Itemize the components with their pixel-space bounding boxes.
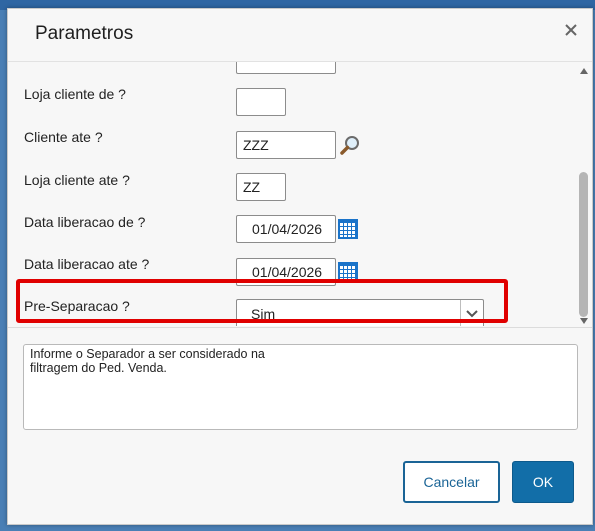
cancel-button[interactable]: Cancelar bbox=[403, 461, 500, 503]
data-liberacao-de-input[interactable]: 01/04/2026 bbox=[236, 215, 336, 243]
close-button[interactable] bbox=[560, 19, 582, 41]
help-text-box: Informe o Separador a ser considerado na… bbox=[23, 344, 578, 430]
parametros-dialog: Parametros Loja cliente de ? Cliente ate… bbox=[7, 8, 593, 525]
calendar-icon[interactable] bbox=[337, 218, 359, 240]
param-label-data-liberacao-ate: Data liberacao ate ? bbox=[24, 256, 150, 272]
pre-separacao-select[interactable]: Sim bbox=[236, 299, 484, 326]
data-liberacao-ate-input[interactable]: 01/04/2026 bbox=[236, 258, 336, 286]
param-label-cliente-ate: Cliente ate ? bbox=[24, 129, 103, 145]
scrollbar-thumb[interactable] bbox=[579, 172, 588, 317]
param-label-pre-separacao: Pre-Separacao ? bbox=[24, 298, 130, 314]
scroll-up-icon[interactable] bbox=[579, 66, 589, 76]
calendar-icon[interactable] bbox=[337, 261, 359, 283]
close-icon bbox=[565, 24, 577, 36]
scroll-down-icon[interactable] bbox=[579, 316, 589, 326]
loja-cliente-de-input[interactable] bbox=[236, 88, 286, 116]
dialog-title: Parametros bbox=[35, 23, 134, 44]
vertical-scrollbar[interactable] bbox=[577, 62, 591, 328]
section-divider bbox=[8, 327, 592, 328]
parameters-list: Loja cliente de ? Cliente ate ? ZZZ Loja… bbox=[8, 62, 578, 326]
search-icon[interactable] bbox=[339, 133, 363, 157]
param-label-data-liberacao-de: Data liberacao de ? bbox=[24, 214, 146, 230]
param-label-loja-cliente-ate: Loja cliente ate ? bbox=[24, 172, 130, 188]
loja-cliente-ate-input[interactable]: ZZ bbox=[236, 173, 286, 201]
param-label-loja-cliente-de: Loja cliente de ? bbox=[24, 86, 126, 102]
pre-separacao-selected-value: Sim bbox=[251, 306, 276, 322]
previous-param-input[interactable] bbox=[236, 62, 336, 74]
ok-button[interactable]: OK bbox=[512, 461, 574, 503]
chevron-down-icon[interactable] bbox=[460, 300, 483, 326]
cliente-ate-input[interactable]: ZZZ bbox=[236, 131, 336, 159]
